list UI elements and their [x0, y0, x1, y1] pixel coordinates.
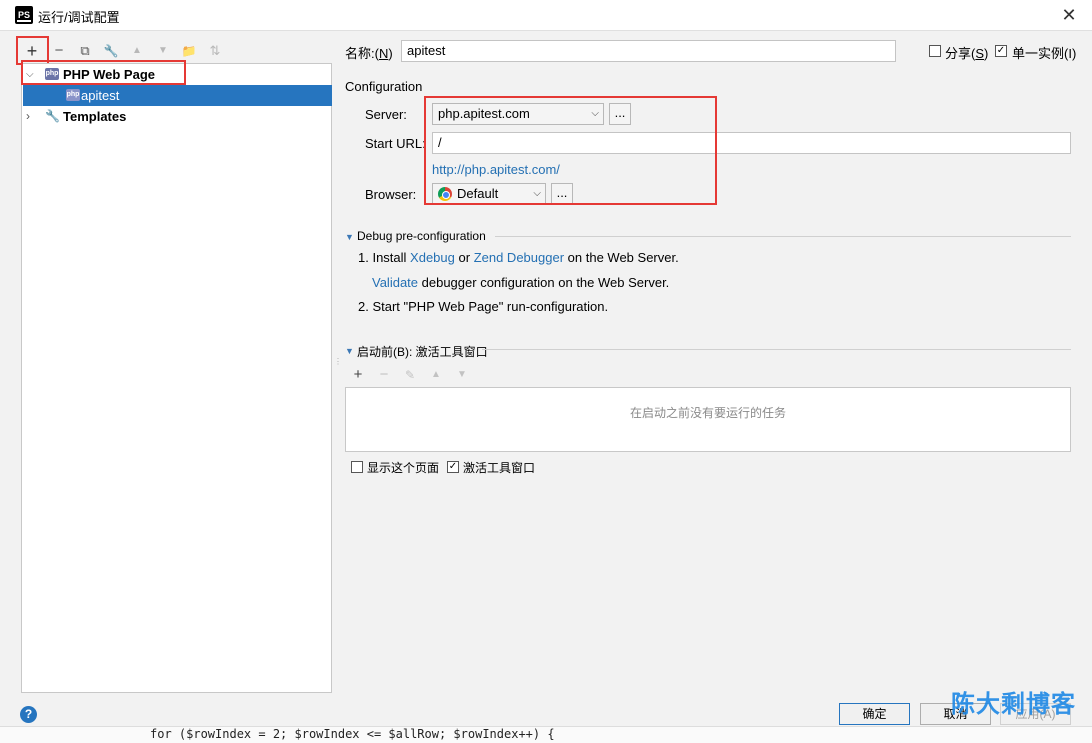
move-task-up-icon[interactable]: ▲ [427, 366, 445, 384]
server-config-highlight [424, 96, 717, 205]
tree-group-templates[interactable]: › 🔧 Templates [23, 106, 332, 127]
remove-task-icon[interactable]: − [375, 366, 393, 384]
browser-label: Browser: [365, 187, 417, 202]
help-icon[interactable]: ? [20, 706, 37, 723]
tree-item-label: apitest [81, 88, 120, 103]
wrench-icon: 🔧 [45, 109, 60, 123]
validate-link[interactable]: Validate [372, 275, 418, 290]
show-page-label: 显示这个页面 [367, 461, 440, 475]
name-label: 名称:(N) [345, 46, 393, 61]
edit-task-icon[interactable]: ✎ [401, 366, 419, 384]
remove-config-button[interactable]: − [49, 41, 69, 61]
ok-button[interactable]: 确定 [839, 703, 910, 725]
before-launch-title: 启动前(B): 激活工具窗口 [357, 345, 488, 359]
splitter-handle[interactable]: ⋮ [334, 358, 342, 374]
title-bar: PS 运行/调试配置 ✕ [0, 0, 1092, 31]
copy-config-icon[interactable]: ⧉ [75, 41, 95, 61]
collapse-triangle-icon[interactable]: ▼ [345, 232, 354, 242]
phpstorm-app-icon: PS [15, 6, 33, 24]
close-icon[interactable]: ✕ [1058, 4, 1080, 26]
php-icon: php [66, 89, 80, 101]
share-checkbox[interactable] [929, 45, 941, 57]
config-tree[interactable]: ⌵ php PHP Web Page php apitest › 🔧 Templ… [21, 63, 332, 693]
move-down-icon[interactable]: ▼ [153, 41, 173, 61]
watermark: 陈大剩博客 [951, 691, 1076, 718]
zend-debugger-link[interactable]: Zend Debugger [474, 250, 564, 265]
show-page-checkbox[interactable] [351, 461, 363, 473]
debug-section-title: Debug pre-configuration [357, 229, 486, 243]
php-web-page-highlight [21, 60, 186, 85]
move-up-icon[interactable]: ▲ [127, 41, 147, 61]
start-url-label: Start URL: [365, 136, 426, 151]
single-instance-checkbox[interactable]: ✓ [995, 45, 1007, 57]
move-task-down-icon[interactable]: ▼ [453, 366, 471, 384]
debug-step1: 1. Install Xdebug or Zend Debugger on th… [358, 250, 679, 265]
empty-task-text: 在启动之前没有要运行的任务 [629, 406, 786, 420]
sort-icon[interactable]: ⇅ [205, 41, 225, 61]
add-task-icon[interactable]: + [349, 366, 367, 384]
background-editor-code: for ($rowIndex = 2; $rowIndex <= $allRow… [0, 726, 1092, 743]
window-title: 运行/调试配置 [38, 10, 120, 25]
debug-validate-line: Validate debugger configuration on the W… [372, 275, 670, 290]
add-config-button[interactable]: + [22, 41, 42, 61]
single-instance-label: 单一实例(I) [1012, 46, 1077, 61]
section-divider [482, 349, 1071, 350]
configuration-title: Configuration [345, 79, 423, 94]
xdebug-link[interactable]: Xdebug [410, 250, 455, 265]
tree-item-apitest[interactable]: php apitest [23, 85, 332, 106]
collapse-triangle-icon[interactable]: ▼ [345, 346, 354, 356]
chevron-right-icon[interactable]: › [26, 106, 30, 127]
name-input[interactable]: apitest [401, 40, 896, 62]
activate-window-checkbox[interactable]: ✓ [447, 461, 459, 473]
server-label: Server: [365, 107, 407, 122]
templates-label: Templates [63, 109, 127, 124]
activate-window-label: 激活工具窗口 [463, 461, 536, 475]
before-launch-task-list[interactable]: 在启动之前没有要运行的任务 [345, 387, 1071, 452]
share-label: 分享(S) [945, 46, 989, 61]
section-divider [495, 236, 1071, 237]
edit-defaults-icon[interactable]: 🔧 [101, 41, 121, 61]
folder-icon[interactable]: 📁 [179, 41, 199, 61]
debug-step2: 2. Start "PHP Web Page" run-configuratio… [358, 299, 609, 314]
